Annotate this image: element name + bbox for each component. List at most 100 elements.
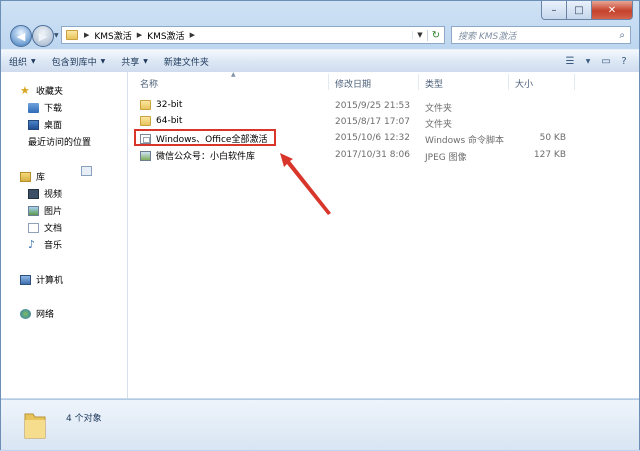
file-name: 微信公众号：小白软件库 <box>156 152 256 162</box>
file-date: 2015/8/17 17:07 <box>335 117 410 127</box>
toolbar: 组织 ▼ 包含到库中 ▼ 共享 ▼ 新建文件夹 ☰ ▼ ▭ ? <box>1 49 639 73</box>
nav-videos[interactable]: 视频 <box>28 187 62 200</box>
nav-documents[interactable]: 文档 <box>28 221 62 234</box>
nav-label: 桌面 <box>44 121 63 131</box>
nav-desktop[interactable]: 桌面 <box>28 118 62 131</box>
recent-pages-dropdown[interactable]: ▼ <box>54 32 59 39</box>
folder-icon <box>24 413 46 439</box>
file-type: 文件夹 <box>425 104 453 114</box>
computer-icon <box>20 274 31 285</box>
share-menu[interactable]: 共享 ▼ <box>113 55 156 68</box>
file-date: 2017/10/31 8:06 <box>335 150 410 160</box>
folder-icon <box>140 116 151 126</box>
nav-favorites[interactable]: ★ 收藏夹 <box>20 83 63 98</box>
item-count: 4 个对象 <box>66 414 102 424</box>
navigation-pane: ★ 收藏夹 下载 桌面 最近访问的位置 库 视频 图片 文档 ♪ 音乐 计算机 网络 <box>1 72 128 398</box>
refresh-icon[interactable]: ↻ <box>427 29 444 41</box>
nav-recent[interactable]: 最近访问的位置 <box>28 135 92 176</box>
nav-label: 库 <box>36 173 46 183</box>
nav-network[interactable]: 网络 <box>20 307 54 320</box>
file-row[interactable]: 64-bit 2015/8/17 17:07 文件夹 <box>128 114 639 130</box>
music-note-icon: ♪ <box>28 237 36 251</box>
column-divider[interactable] <box>574 74 575 90</box>
forward-arrow-icon: ▶ <box>38 29 48 43</box>
column-name[interactable]: 名称 <box>140 77 158 90</box>
nav-libraries[interactable]: 库 <box>20 170 45 183</box>
nav-label: 文档 <box>44 224 63 234</box>
chevron-right-icon[interactable]: ▶ <box>82 31 91 39</box>
network-icon <box>20 308 31 319</box>
nav-pictures[interactable]: 图片 <box>28 204 62 217</box>
file-name: 64-bit <box>156 116 183 126</box>
column-date[interactable]: 修改日期 <box>335 77 371 90</box>
desktop-icon <box>28 119 39 130</box>
back-arrow-icon: ◀ <box>16 29 26 43</box>
file-row[interactable]: 32-bit 2015/9/25 21:53 文件夹 <box>128 98 639 114</box>
file-date: 2015/10/6 12:32 <box>335 133 410 143</box>
nav-music[interactable]: ♪ 音乐 <box>28 237 63 252</box>
chevron-down-icon: ▼ <box>100 57 106 65</box>
chevron-down-icon: ▼ <box>31 57 36 65</box>
view-options-icon[interactable]: ☰ <box>561 53 579 69</box>
search-box[interactable]: 搜索 KMS激活 ⌕ <box>451 26 631 44</box>
breadcrumb-item[interactable]: KMS激活 <box>144 29 187 42</box>
include-library-menu[interactable]: 包含到库中 ▼ <box>44 55 114 68</box>
help-icon[interactable]: ? <box>615 53 633 69</box>
new-folder-label: 新建文件夹 <box>163 57 209 68</box>
jpeg-image-icon <box>140 150 151 161</box>
status-bar: 4 个对象 <box>1 399 639 450</box>
new-folder-button[interactable]: 新建文件夹 <box>156 55 217 68</box>
share-label: 共享 <box>121 57 140 68</box>
file-list: ▲ 名称 修改日期 类型 大小 32-bit 2015/9/25 21:53 文… <box>128 71 639 398</box>
document-library-icon <box>28 222 39 233</box>
picture-library-icon <box>28 205 39 216</box>
file-name: 32-bit <box>156 100 183 110</box>
folder-icon <box>66 30 78 40</box>
address-dropdown-icon[interactable]: ▼ <box>412 31 427 39</box>
chevron-right-icon[interactable]: ▶ <box>188 31 197 39</box>
nav-label: 网络 <box>36 310 55 320</box>
nav-label: 最近访问的位置 <box>28 138 92 148</box>
column-type[interactable]: 类型 <box>425 77 443 90</box>
nav-label: 计算机 <box>36 276 64 286</box>
file-type: 文件夹 <box>425 120 453 130</box>
include-library-label: 包含到库中 <box>51 57 97 68</box>
file-size: 127 KB <box>533 150 566 160</box>
explorer-window: – □ ✕ ◀ ▶ ▼ ▶ KMS激活 ▶ KMS激活 ▶ ▼ ↻ 搜索 KMS… <box>0 0 640 450</box>
column-size[interactable]: 大小 <box>515 77 533 90</box>
organize-menu[interactable]: 组织 ▼ <box>1 55 44 68</box>
minimize-button[interactable]: – <box>541 1 567 20</box>
file-date: 2015/9/25 21:53 <box>335 101 410 111</box>
annotation-highlight-box <box>134 129 276 146</box>
chevron-down-icon: ▼ <box>143 57 148 65</box>
column-divider[interactable] <box>508 74 509 90</box>
recent-places-icon <box>81 166 92 176</box>
search-placeholder: 搜索 KMS激活 <box>458 31 517 42</box>
window-controls: – □ ✕ <box>541 1 633 20</box>
file-size: 50 KB <box>539 133 566 143</box>
search-icon[interactable]: ⌕ <box>619 30 625 41</box>
star-icon: ★ <box>20 83 30 97</box>
preview-pane-icon[interactable]: ▭ <box>597 53 615 69</box>
nav-label: 音乐 <box>44 241 63 251</box>
nav-downloads[interactable]: 下载 <box>28 101 62 114</box>
forward-button[interactable]: ▶ <box>32 25 54 47</box>
chevron-right-icon[interactable]: ▶ <box>135 31 144 39</box>
chevron-down-icon[interactable]: ▼ <box>579 53 597 69</box>
sort-ascending-icon: ▲ <box>231 71 236 78</box>
file-row[interactable]: 微信公众号：小白软件库 2017/10/31 8:06 JPEG 图像 127 … <box>128 147 639 163</box>
video-library-icon <box>28 188 39 199</box>
column-headers: ▲ 名称 修改日期 类型 大小 <box>128 71 639 92</box>
folder-icon <box>140 100 151 110</box>
breadcrumb-item[interactable]: KMS激活 <box>91 29 134 42</box>
nav-computer[interactable]: 计算机 <box>20 273 63 286</box>
close-button[interactable]: ✕ <box>592 1 633 20</box>
column-divider[interactable] <box>418 74 419 90</box>
address-bar[interactable]: ▶ KMS激活 ▶ KMS激活 ▶ ▼ ↻ <box>61 26 445 44</box>
library-icon <box>20 171 31 182</box>
maximize-button[interactable]: □ <box>567 1 592 20</box>
column-divider[interactable] <box>328 74 329 90</box>
back-button[interactable]: ◀ <box>10 25 32 47</box>
organize-label: 组织 <box>9 57 28 68</box>
nav-label: 图片 <box>44 207 63 217</box>
